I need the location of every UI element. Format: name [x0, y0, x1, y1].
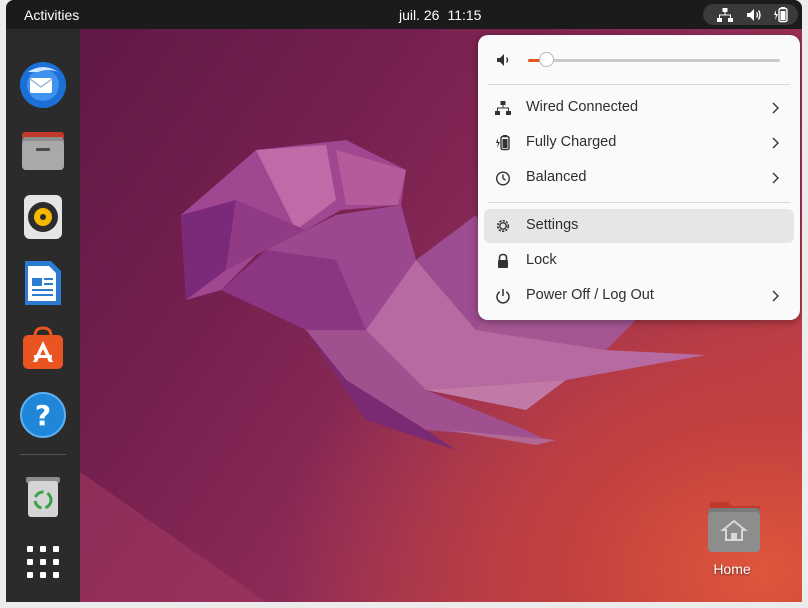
menu-item-power-off[interactable]: Power Off / Log Out: [484, 279, 794, 313]
power-profile-icon: [495, 171, 511, 186]
system-menu: Wired Connected Fully Charged Balanced S…: [478, 35, 800, 320]
home-folder-label: Home: [713, 561, 751, 577]
volume-slider[interactable]: [528, 52, 780, 67]
system-tray-button[interactable]: [703, 4, 798, 25]
thunderbird-icon: [20, 62, 66, 108]
dock-ubuntu-software[interactable]: [18, 324, 68, 374]
libreoffice-writer-icon: [25, 261, 61, 305]
menu-item-battery[interactable]: Fully Charged: [484, 126, 794, 160]
menu-item-label: Wired Connected: [526, 99, 639, 115]
desktop-home-folder[interactable]: Home: [698, 498, 766, 580]
files-icon: [22, 132, 64, 170]
home-folder-icon: [708, 502, 760, 552]
chevron-right-icon: [772, 102, 779, 114]
dock-thunderbird[interactable]: [18, 60, 68, 110]
dock: ?: [6, 29, 80, 602]
show-apps-icon: [27, 546, 59, 578]
network-wired-icon: [717, 8, 733, 22]
dock-files[interactable]: [18, 126, 68, 176]
menu-item-wired[interactable]: Wired Connected: [484, 91, 794, 125]
menu-item-power-profile[interactable]: Balanced: [484, 161, 794, 195]
power-icon: [496, 289, 510, 304]
volume-slider-handle[interactable]: [539, 52, 554, 67]
menu-item-settings[interactable]: Settings: [484, 209, 794, 243]
volume-icon: [497, 54, 509, 66]
help-icon: ?: [20, 392, 66, 438]
top-bar: Activities juil. 26 11:15: [6, 0, 802, 29]
settings-icon: [496, 219, 510, 233]
clock-time: 11:15: [447, 7, 482, 23]
dock-libreoffice-writer[interactable]: [18, 258, 68, 308]
dock-trash[interactable]: [18, 471, 68, 521]
ubuntu-software-icon: [23, 326, 63, 369]
speaker-icon: [747, 9, 761, 21]
activities-button[interactable]: Activities: [24, 7, 79, 23]
menu-item-lock[interactable]: Lock: [484, 244, 794, 278]
menu-separator: [488, 202, 790, 203]
menu-item-label: Fully Charged: [526, 134, 617, 150]
show-apps-button[interactable]: [18, 537, 68, 587]
dock-rhythmbox[interactable]: [18, 192, 68, 242]
network-wired-icon: [495, 101, 511, 115]
menu-item-label: Settings: [526, 217, 579, 233]
dock-help[interactable]: ?: [18, 390, 68, 440]
svg-text:?: ?: [35, 399, 51, 432]
menu-item-label: Lock: [526, 252, 557, 268]
chevron-right-icon: [772, 172, 779, 184]
clock-date: juil. 26: [399, 7, 440, 23]
dock-separator: [20, 454, 66, 455]
menu-separator: [488, 84, 790, 85]
desktop-screen: Activities juil. 26 11:15 ? Home Wired C…: [6, 0, 802, 602]
trash-icon: [26, 477, 60, 517]
menu-item-label: Balanced: [526, 169, 587, 185]
clock-button[interactable]: juil. 26 11:15: [399, 7, 489, 23]
chevron-right-icon: [772, 290, 779, 302]
lock-icon: [498, 253, 508, 268]
battery-icon: [774, 7, 788, 23]
chevron-right-icon: [772, 137, 779, 149]
battery-charged-icon: [496, 135, 510, 151]
rhythmbox-icon: [24, 195, 62, 239]
menu-item-label: Power Off / Log Out: [526, 287, 654, 303]
